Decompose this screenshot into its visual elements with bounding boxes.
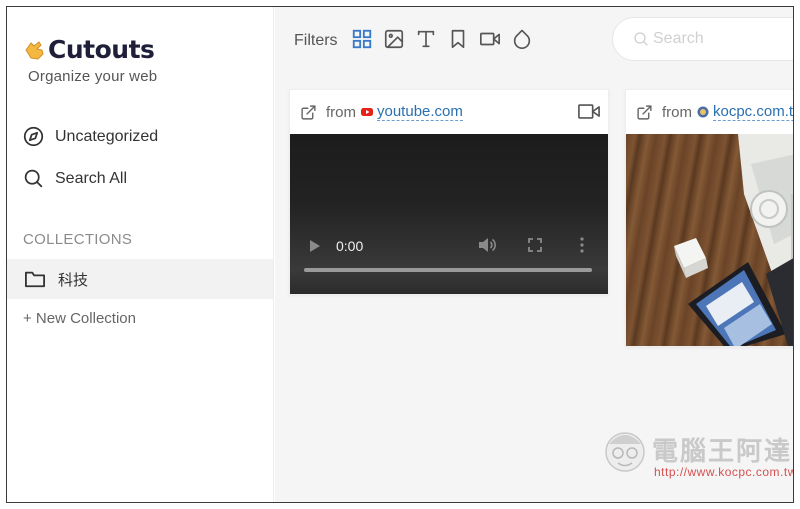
search-icon [634, 32, 648, 46]
sidebar: Cutouts Organize your web Uncategorized … [7, 7, 274, 502]
card-header: from youtube.com [290, 90, 608, 134]
volume-icon[interactable] [478, 237, 496, 253]
folder-icon [24, 271, 45, 288]
video-time: 0:00 [336, 238, 364, 254]
compass-icon [23, 126, 44, 147]
watermark-url: http://www.kocpc.com.tw [654, 465, 794, 479]
nav-item-label: Uncategorized [55, 127, 159, 145]
app-tagline: Organize your web [28, 68, 158, 85]
logo[interactable]: Cutouts [23, 35, 155, 64]
search-box[interactable] [612, 17, 793, 61]
play-icon[interactable] [309, 239, 321, 253]
fullscreen-icon[interactable] [528, 238, 542, 252]
grid-icon[interactable] [351, 28, 373, 50]
video-progress-bar[interactable] [304, 268, 592, 272]
bookmark-icon[interactable] [447, 28, 469, 50]
video-player[interactable]: 0:00 [290, 134, 608, 294]
nav-item-label: Search All [55, 169, 128, 187]
video-icon[interactable] [479, 28, 501, 50]
collection-item[interactable]: 科技 [7, 259, 273, 299]
from-label: from [662, 103, 692, 121]
collection-label: 科技 [58, 270, 89, 289]
watermark-title: 電腦王阿達 [652, 437, 793, 467]
nav-item-uncategorized[interactable]: Uncategorized [23, 126, 158, 147]
search-input[interactable] [653, 30, 793, 48]
cutout-card[interactable]: from kocpc.com.tw [625, 89, 793, 347]
source-link[interactable]: youtube.com [377, 103, 463, 121]
youtube-icon [361, 108, 373, 116]
from-label: from [326, 103, 356, 121]
collections-heading: COLLECTIONS [23, 231, 133, 248]
drop-icon[interactable] [511, 28, 533, 50]
image-icon[interactable] [383, 28, 405, 50]
kocpc-favicon [697, 106, 709, 118]
more-options-icon[interactable] [580, 237, 584, 253]
external-link-icon[interactable] [636, 104, 653, 121]
filters-label: Filters [294, 32, 338, 49]
external-link-icon[interactable] [300, 104, 317, 121]
app-window: Cutouts Organize your web Uncategorized … [6, 6, 794, 503]
cutout-image[interactable] [626, 134, 793, 346]
product-photo [674, 134, 793, 346]
card-header: from kocpc.com.tw [626, 90, 793, 134]
app-name: Cutouts [48, 35, 155, 64]
source-link[interactable]: kocpc.com.tw [713, 103, 793, 121]
video-icon [578, 104, 600, 119]
cutout-card[interactable]: from youtube.com 0:00 [289, 89, 609, 295]
search-icon [24, 169, 43, 188]
hand-icon [25, 40, 44, 60]
text-icon[interactable] [415, 28, 437, 50]
new-collection-button[interactable]: + New Collection [23, 310, 136, 327]
nav-item-search-all[interactable]: Search All [23, 168, 127, 189]
